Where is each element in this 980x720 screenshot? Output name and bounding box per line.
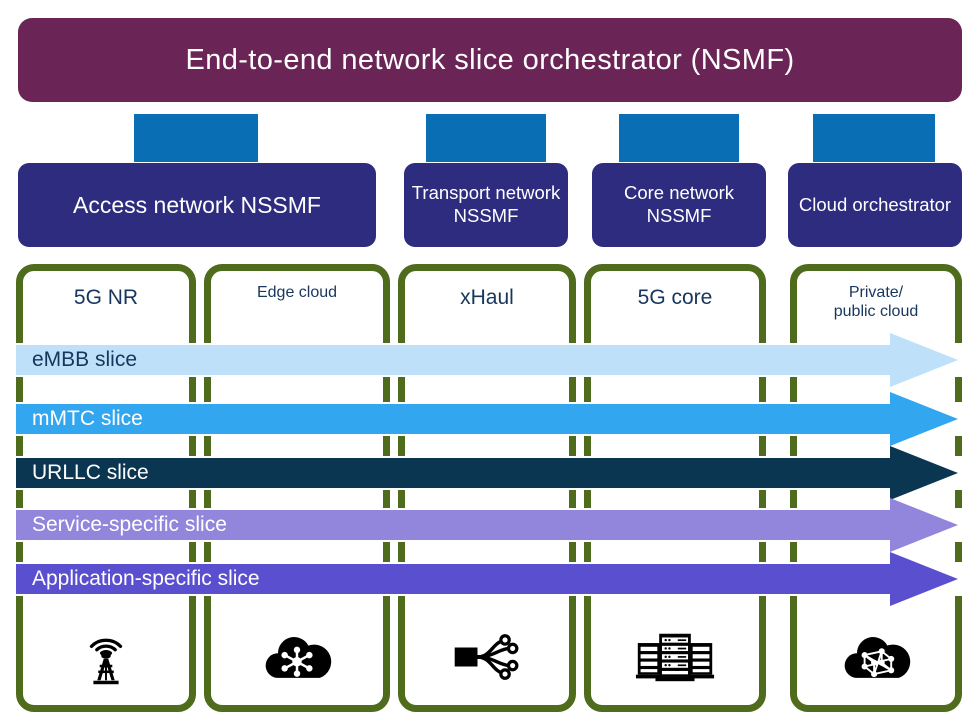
fiber-splitter-icon [398, 618, 576, 696]
domain-label-4: 5G core [637, 286, 713, 309]
nssmf-box-4[interactable]: Cloud orchestrator [788, 163, 962, 247]
nssmf-label-2: Transport network NSSMF [411, 182, 561, 226]
slice-label-1: eMBB slice [32, 348, 138, 371]
nssmf-box-2[interactable]: Transport network NSSMF [404, 163, 568, 247]
domain-label-3: xHaul [460, 286, 514, 309]
orchestrator-label: End-to-end network slice orchestrator (N… [185, 43, 795, 76]
slice-label-5: Application-specific slice [32, 567, 260, 590]
connector-2 [426, 114, 546, 162]
network-slicing-diagram: End-to-end network slice orchestrator (N… [0, 0, 980, 720]
slice-label-4: Service-specific slice [32, 513, 227, 536]
connector-4 [813, 114, 935, 162]
orchestrator-banner: End-to-end network slice orchestrator (N… [18, 18, 962, 102]
nssmf-box-1[interactable]: Access network NSSMF [18, 163, 376, 247]
domain-label-5: Private/ public cloud [833, 284, 919, 320]
domain-label-1: 5G NR [73, 286, 139, 309]
nssmf-label-3: Core network NSSMF [623, 182, 734, 226]
slice-label-3: URLLC slice [32, 461, 149, 484]
slice-arrow-2[interactable] [0, 392, 980, 450]
nssmf-label-1: Access network NSSMF [73, 191, 321, 218]
connector-1 [134, 114, 258, 162]
slice-label-2: mMTC slice [32, 407, 143, 430]
server-rack-icon [584, 618, 766, 696]
nssmf-label-4: Cloud orchestrator [798, 193, 952, 215]
cloud-mesh-icon [790, 618, 962, 696]
cloud-network-icon [204, 618, 390, 696]
nssmf-box-3[interactable]: Core network NSSMF [592, 163, 766, 247]
cell-tower-icon [16, 618, 196, 696]
connector-3 [619, 114, 739, 162]
domain-label-2: Edge cloud [256, 284, 338, 301]
slice-arrow-1[interactable] [0, 333, 980, 391]
